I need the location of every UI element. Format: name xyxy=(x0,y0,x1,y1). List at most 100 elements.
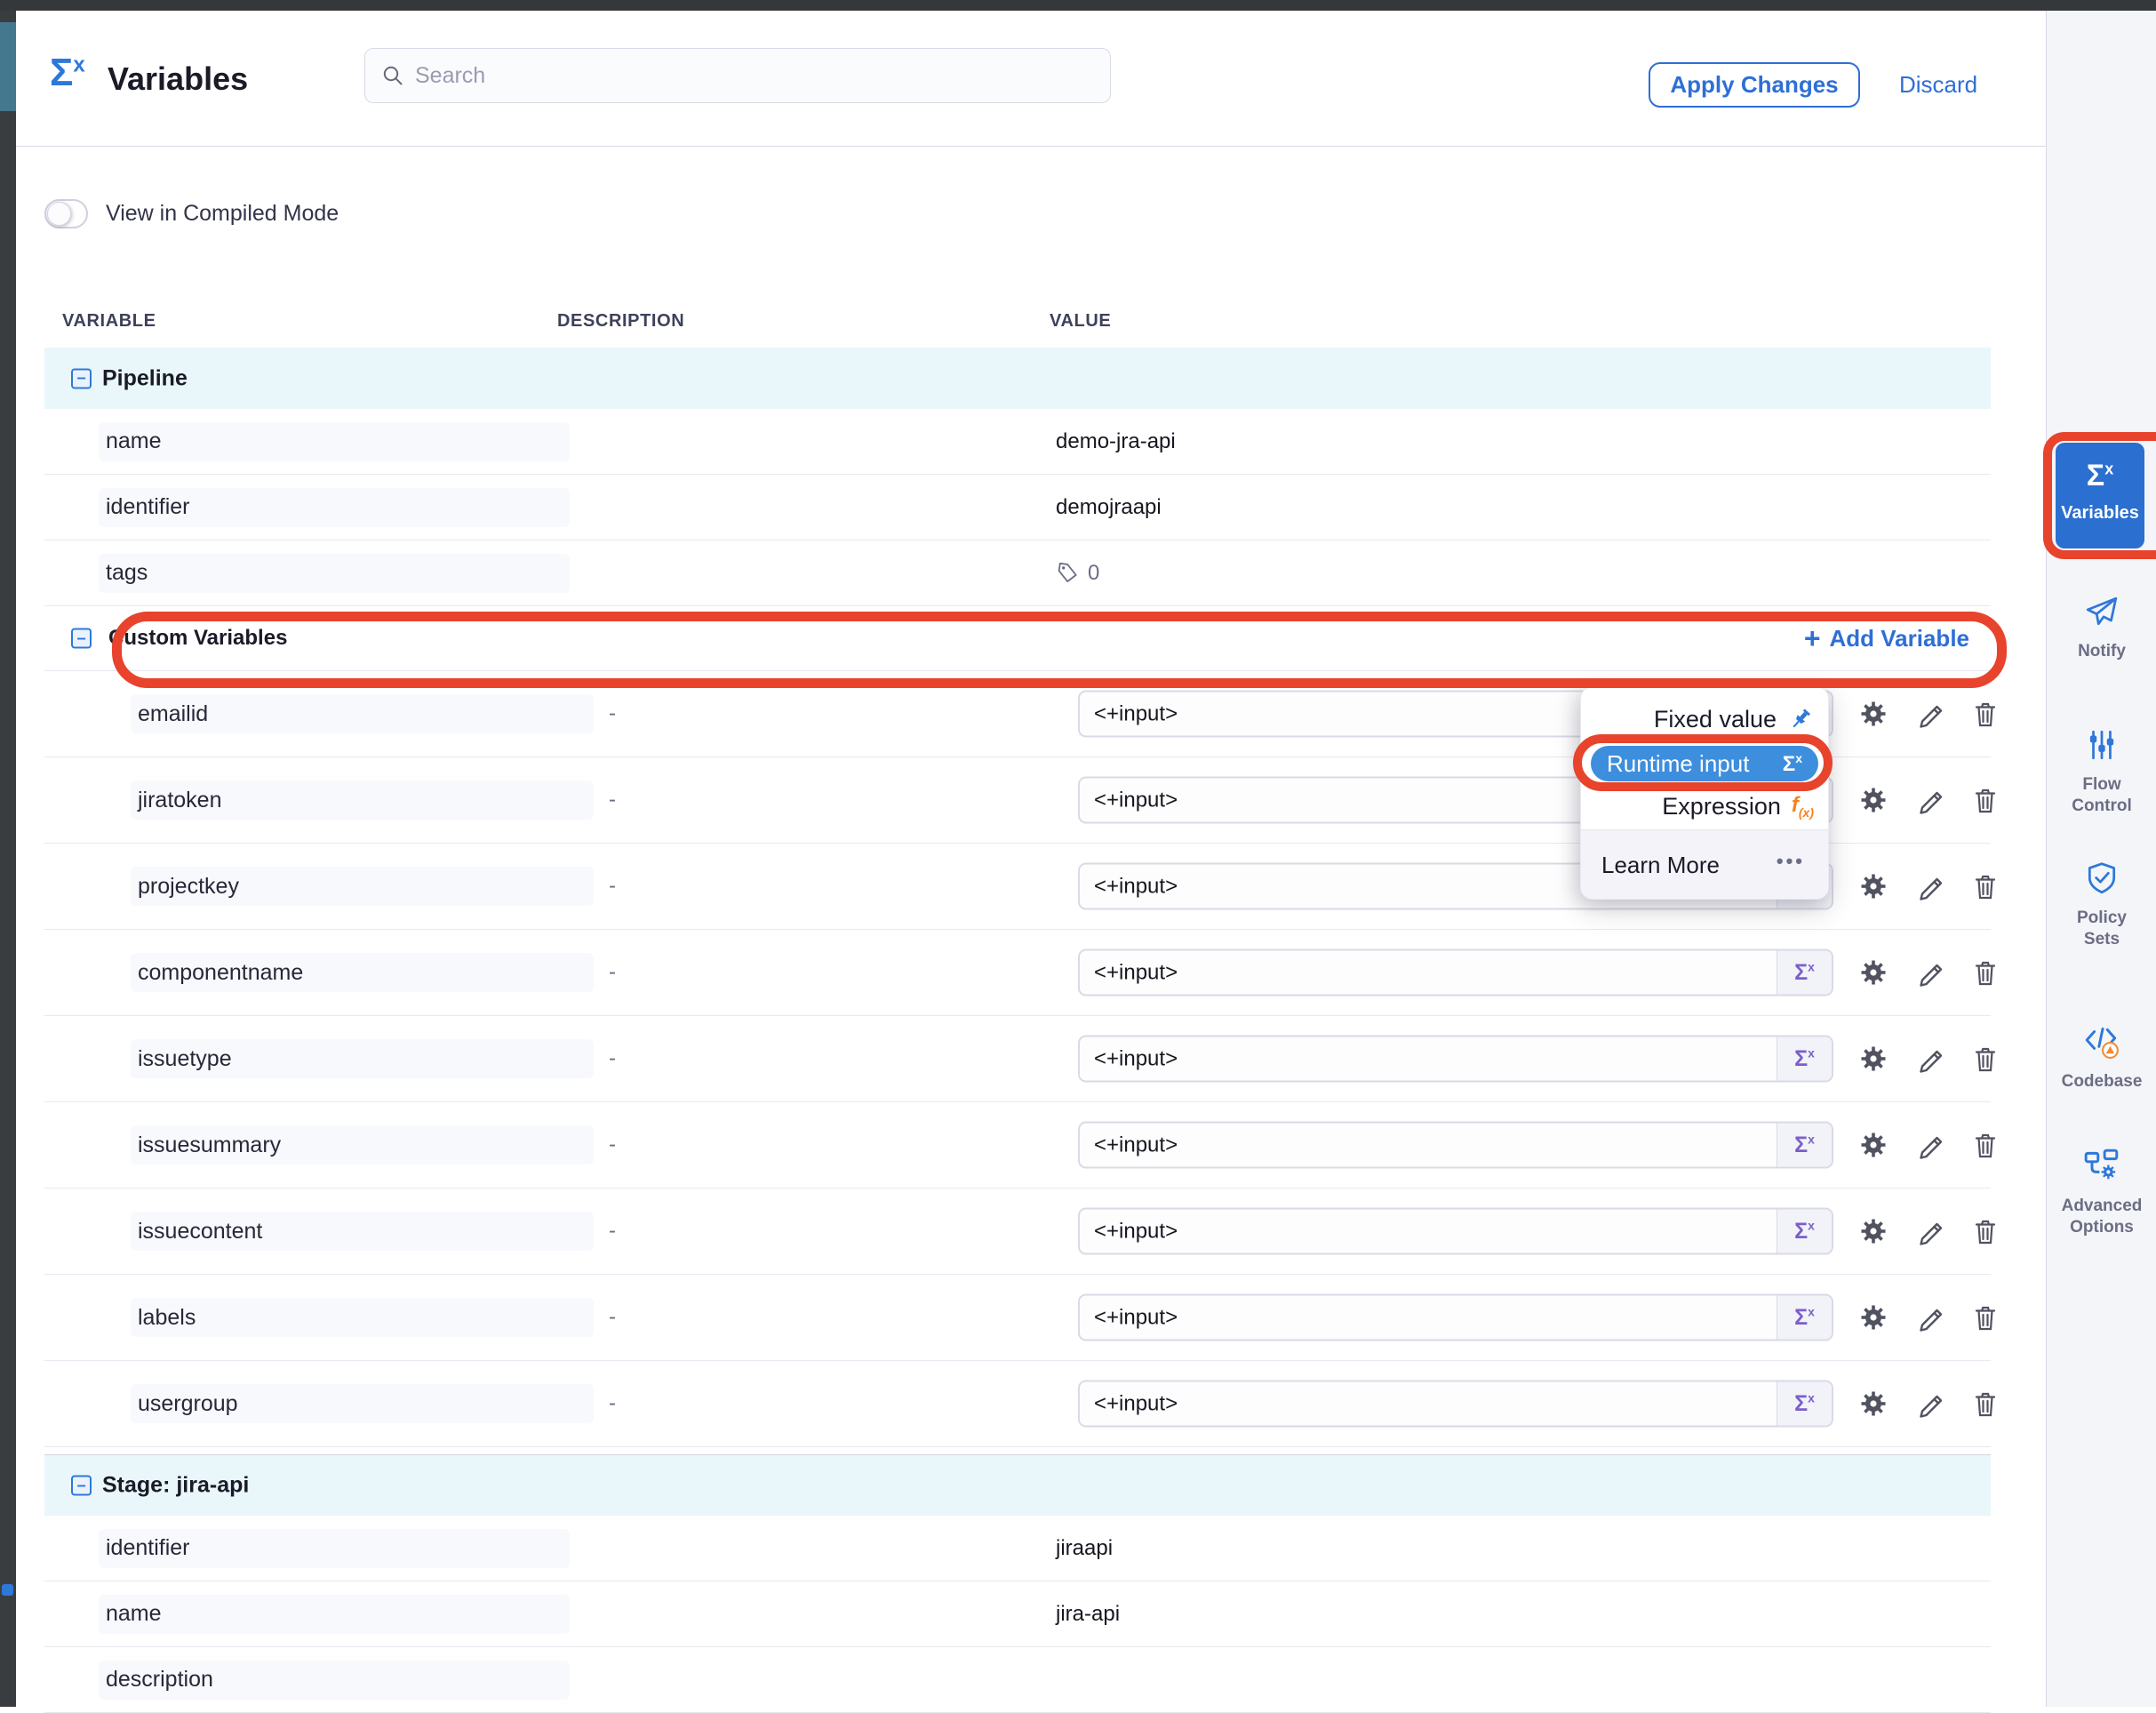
settings-icon[interactable] xyxy=(1858,1302,1888,1333)
variable-description: - xyxy=(609,1046,616,1071)
delete-icon[interactable] xyxy=(1970,871,2000,901)
menu-item-runtime-input[interactable]: Runtime input Σx xyxy=(1591,746,1818,781)
section-row-stage: − Stage: jira-api xyxy=(44,1454,1991,1516)
edit-icon[interactable] xyxy=(1915,1216,1945,1246)
delete-icon[interactable] xyxy=(1970,957,2000,988)
variable-description: - xyxy=(609,1305,616,1330)
table-row-issuecontent: issuecontent - <+input> Σx xyxy=(44,1189,1991,1275)
settings-icon[interactable] xyxy=(1858,871,1888,901)
variable-name: name xyxy=(106,1601,162,1627)
value-input[interactable]: <+input> Σx xyxy=(1078,1294,1833,1341)
variable-description: - xyxy=(609,1133,616,1157)
input-type-selector[interactable]: Σx xyxy=(1777,1296,1832,1340)
sidebar-item-flow-control[interactable]: FlowControl xyxy=(2047,727,2156,817)
settings-icon[interactable] xyxy=(1858,785,1888,815)
edit-icon[interactable] xyxy=(1915,1389,1945,1419)
delete-icon[interactable] xyxy=(1970,1389,2000,1419)
settings-icon[interactable] xyxy=(1858,1130,1888,1160)
menu-item-fixed-value[interactable]: Fixed value xyxy=(1654,701,1814,737)
sidebar-item-label: Codebase xyxy=(2047,1071,2156,1093)
variable-name: issuesummary xyxy=(138,1133,281,1158)
apply-changes-button[interactable]: Apply Changes xyxy=(1649,62,1860,108)
delete-icon[interactable] xyxy=(1970,1044,2000,1074)
collapse-stage-icon[interactable]: − xyxy=(71,1476,92,1496)
discard-button[interactable]: Discard xyxy=(1899,71,1977,99)
learn-more-link[interactable]: Learn More xyxy=(1601,852,1720,879)
menu-item-expression[interactable]: Expression f(x) xyxy=(1662,788,1814,824)
codebase-icon xyxy=(2083,1022,2120,1060)
section-row-pipeline: − Pipeline xyxy=(44,348,1991,409)
add-variable-button[interactable]: + Add Variable xyxy=(1804,624,1969,652)
sidebar-item-advanced-options[interactable]: AdvancedOptions xyxy=(2047,1147,2156,1238)
variable-value: demojraapi xyxy=(1056,495,1162,520)
search-input[interactable] xyxy=(364,48,1111,103)
variable-name: componentname xyxy=(138,960,303,986)
edit-icon[interactable] xyxy=(1915,1302,1945,1333)
settings-icon[interactable] xyxy=(1858,1044,1888,1074)
left-edge-glyph xyxy=(2,1584,13,1596)
edit-icon[interactable] xyxy=(1915,871,1945,901)
delete-icon[interactable] xyxy=(1970,1130,2000,1160)
variable-name: issuetype xyxy=(138,1046,232,1072)
value-input[interactable]: <+input> Σx xyxy=(1078,949,1833,997)
input-value: <+input> xyxy=(1080,1382,1777,1426)
fx-icon: f(x) xyxy=(1792,793,1814,820)
input-type-selector[interactable]: Σx xyxy=(1777,1037,1832,1081)
column-header-variable: VARIABLE xyxy=(62,311,156,332)
input-type-selector[interactable]: Σx xyxy=(1777,1210,1832,1253)
value-input[interactable]: <+input> Σx xyxy=(1078,1036,1833,1083)
runtime-input-label: Runtime input xyxy=(1607,750,1749,778)
settings-icon[interactable] xyxy=(1858,1216,1888,1246)
compiled-mode-label: View in Compiled Mode xyxy=(106,201,339,227)
input-type-selector[interactable]: Σx xyxy=(1777,951,1832,995)
collapse-pipeline-icon[interactable]: − xyxy=(71,368,92,388)
table-row-pipeline-tags: tags 0 xyxy=(44,540,1991,606)
variables-sigma-icon: Σx xyxy=(2056,460,2144,491)
collapse-custom-variables-icon[interactable]: − xyxy=(71,628,92,649)
value-input[interactable]: <+input> Σx xyxy=(1078,1381,1833,1428)
settings-icon[interactable] xyxy=(1858,699,1888,729)
add-variable-label: Add Variable xyxy=(1830,625,1970,652)
variable-description: - xyxy=(609,960,616,985)
sidebar-item-codebase[interactable]: Codebase xyxy=(2047,1022,2156,1093)
edit-icon[interactable] xyxy=(1915,1130,1945,1160)
left-edge-accent xyxy=(0,22,16,111)
table-row-stage-description: description xyxy=(44,1647,1991,1713)
input-type-selector[interactable]: Σx xyxy=(1777,1382,1832,1426)
sidebar-item-variables[interactable]: Σx Variables xyxy=(2056,443,2144,548)
compiled-mode-toggle[interactable] xyxy=(44,199,88,228)
variable-name: labels xyxy=(138,1305,196,1331)
right-sidebar: Σx Variables Notify FlowControl PolicySe… xyxy=(2046,11,2156,1707)
search-field[interactable] xyxy=(415,63,1094,89)
more-options-icon[interactable]: ••• xyxy=(1777,850,1805,873)
variable-name-cell: projectkey xyxy=(131,867,594,906)
variable-name-cell: tags xyxy=(99,554,570,593)
edit-icon[interactable] xyxy=(1915,957,1945,988)
sidebar-item-notify[interactable]: Notify xyxy=(2047,594,2156,662)
variable-name-cell: emailid xyxy=(131,694,594,733)
value-input[interactable]: <+input> Σx xyxy=(1078,1122,1833,1169)
edit-icon[interactable] xyxy=(1915,1044,1945,1074)
fixed-value-label: Fixed value xyxy=(1654,706,1777,733)
delete-icon[interactable] xyxy=(1970,1216,2000,1246)
delete-icon[interactable] xyxy=(1970,699,2000,729)
section-title: Stage: jira-api xyxy=(102,1473,249,1499)
edit-icon[interactable] xyxy=(1915,699,1945,729)
sidebar-item-label: AdvancedOptions xyxy=(2047,1196,2156,1238)
delete-icon[interactable] xyxy=(1970,1302,2000,1333)
settings-icon[interactable] xyxy=(1858,957,1888,988)
flow-gear-icon xyxy=(2083,1147,2120,1184)
value-input[interactable]: <+input> Σx xyxy=(1078,1208,1833,1255)
settings-icon[interactable] xyxy=(1858,1389,1888,1419)
column-header-value: VALUE xyxy=(1050,311,1111,332)
input-type-selector[interactable]: Σx xyxy=(1777,1124,1832,1167)
plus-icon: + xyxy=(1804,624,1821,652)
sidebar-item-policy-sets[interactable]: PolicySets xyxy=(2047,861,2156,950)
runtime-input-icon: Σx xyxy=(1794,1304,1815,1330)
edit-icon[interactable] xyxy=(1915,785,1945,815)
panel-header: Σx Variables Apply Changes Discard xyxy=(16,11,2046,147)
sigma-icon: Σx xyxy=(1783,751,1802,777)
table-row-usergroup: usergroup - <+input> Σx xyxy=(44,1361,1991,1447)
delete-icon[interactable] xyxy=(1970,785,2000,815)
variable-name-cell: description xyxy=(99,1661,570,1700)
